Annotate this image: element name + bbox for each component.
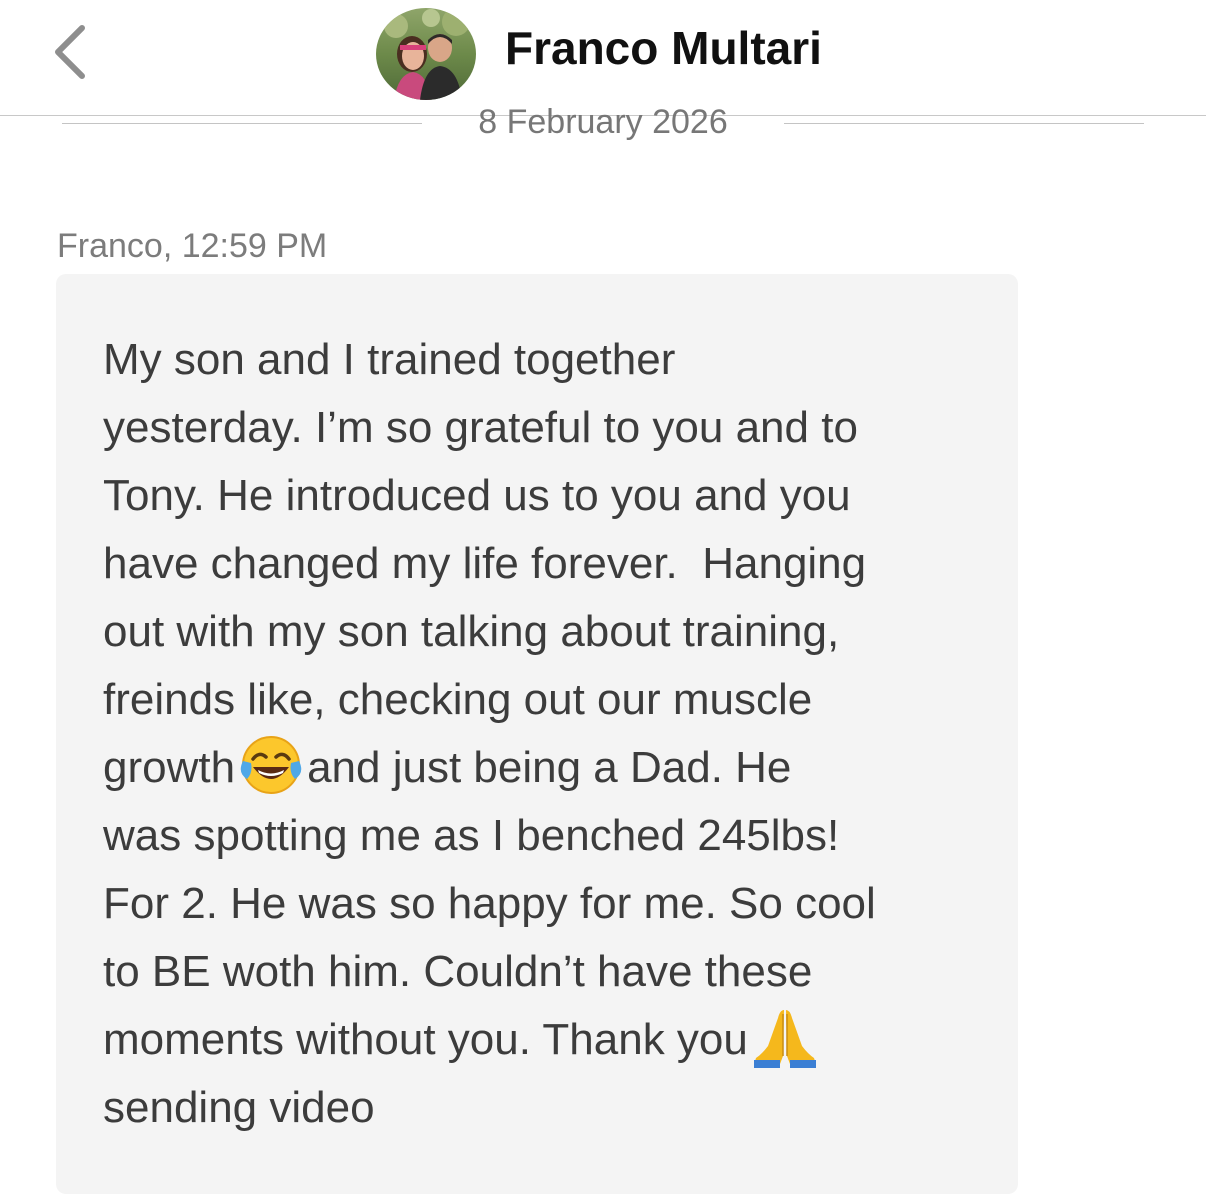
message-line-with-emoji: growth and just being a Dad. He <box>103 734 983 802</box>
date-divider-left <box>62 123 422 124</box>
contact-name[interactable]: Franco Multari <box>505 18 822 78</box>
message-fragment: moments without you. Thank you <box>103 1015 748 1064</box>
face-with-tears-of-joy-icon <box>239 733 303 797</box>
message-line: have changed my life forever. Hanging <box>103 539 867 588</box>
message-fragment: growth <box>103 743 236 792</box>
date-label: 8 February 2026 <box>478 103 728 141</box>
message-line: Tony. He introduced us to you and you <box>103 471 851 520</box>
message-sender-time: Franco, 12:59 PM <box>57 227 328 265</box>
message-line: For 2. He was so happy for me. So cool <box>103 879 876 928</box>
back-button[interactable] <box>44 20 100 84</box>
chevron-left-icon <box>55 25 85 79</box>
message-line: yesterday. I’m so grateful to you and to <box>103 403 858 452</box>
folded-hands-icon <box>752 1006 818 1069</box>
contact-avatar[interactable] <box>376 8 476 100</box>
message-line: was spotting me as I benched 245lbs! <box>103 811 840 860</box>
message-line: to BE woth him. Couldn’t have these <box>103 947 813 996</box>
date-separator: 8 February 2026 <box>0 100 1206 146</box>
message-fragment: and just being a Dad. He <box>307 743 792 792</box>
message-line: freinds like, checking out our muscle <box>103 675 813 724</box>
message-text: My son and I trained together yesterday.… <box>103 326 983 1142</box>
message-line-with-emoji: moments without you. Thank you <box>103 1006 983 1074</box>
date-divider-right <box>784 123 1144 124</box>
chat-header: Franco Multari <box>0 0 1206 116</box>
message-line: out with my son talking about training, <box>103 607 840 656</box>
message-line: sending video <box>103 1083 375 1132</box>
message-line: My son and I trained together <box>103 335 676 384</box>
message-bubble[interactable]: My son and I trained together yesterday.… <box>56 274 1018 1194</box>
avatar-photo <box>376 8 476 100</box>
